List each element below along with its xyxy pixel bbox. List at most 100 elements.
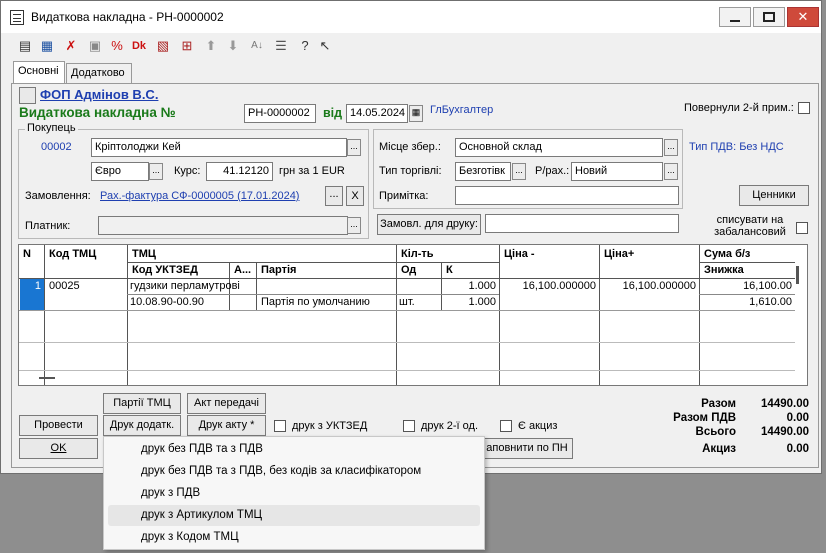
offbalance-label: списувати на забалансовий	[714, 214, 786, 238]
row-price-plus[interactable]: 16,100.000000	[599, 280, 699, 292]
tab-additional[interactable]: Додатково	[66, 63, 132, 83]
col-header-discount[interactable]: Знижка	[701, 264, 744, 276]
returned-copy-checkbox[interactable]	[798, 102, 810, 114]
row-sum[interactable]: 16,100.00	[699, 280, 795, 292]
col-header-a[interactable]: А...	[231, 264, 251, 276]
print-2nd-label: друк 2-ї од.	[421, 420, 479, 432]
arrow-up-icon[interactable]: ⬆	[203, 38, 219, 54]
properties-icon[interactable]: ▧	[155, 38, 171, 54]
account-field[interactable]: Новий	[571, 162, 663, 181]
excise-total-value: 0.00	[786, 443, 809, 455]
place-label: Місце збер.:	[379, 141, 441, 153]
menu-item-print-without-and-with-vat[interactable]: друк без ПДВ та з ПДВ	[108, 439, 480, 460]
row-name[interactable]: гудзики перламутрові	[127, 280, 243, 292]
print-add-button[interactable]: Друк додатк.	[103, 415, 181, 436]
tab-main[interactable]: Основні	[13, 61, 65, 83]
excise-checkbox[interactable]	[500, 420, 512, 432]
print-uktzed-checkbox[interactable]	[274, 420, 286, 432]
col-header-batch[interactable]: Партія	[258, 264, 296, 276]
horizontal-scrollbar[interactable]	[39, 377, 55, 379]
row-qty[interactable]: 1.000	[396, 280, 499, 292]
order-print-button[interactable]: Замовл. для друку:	[377, 214, 481, 235]
total-value: 14490.00	[761, 398, 809, 410]
menu-item-print-with-article[interactable]: друк з Артикулом ТМЦ	[108, 505, 480, 526]
copy-icon[interactable]: ▣	[87, 38, 103, 54]
ok-button[interactable]: OK	[19, 438, 98, 459]
close-button[interactable]: ✕	[787, 7, 819, 27]
items-grid[interactable]: N Код ТМЦ ТМЦ Код УКТЗЕД А... Партія Кіл…	[18, 244, 808, 386]
row-price-minus[interactable]: 16,100.000000	[499, 280, 599, 292]
order-select-button[interactable]: ...	[325, 186, 343, 206]
trade-select-button[interactable]: ...	[512, 163, 526, 180]
payer-field[interactable]	[98, 216, 348, 235]
row-k[interactable]: 1.000	[441, 296, 499, 308]
transfer-act-button[interactable]: Акт передачі	[187, 393, 266, 414]
menu-item-print-with-vat[interactable]: друк з ПДВ	[108, 483, 480, 504]
currency-select-button[interactable]: ...	[149, 163, 163, 180]
sort-az-icon[interactable]: A↓	[249, 38, 265, 54]
title-bar: Видаткова накладна - РН-0000002 ✕	[1, 1, 821, 33]
col-header-k[interactable]: К	[443, 264, 453, 276]
payer-select-button[interactable]: ...	[347, 217, 361, 234]
col-header-sum[interactable]: Сума б/з	[701, 248, 750, 260]
row-unit[interactable]: шт.	[396, 296, 418, 308]
order-link[interactable]: Рах.-фактура СФ-0000005 (17.01.2024)	[100, 190, 299, 202]
row-batch[interactable]: Партія по умолчанию	[258, 296, 373, 308]
ledger-label: ГлБухгалтер	[430, 104, 494, 116]
rate-field[interactable]: 41.12120	[206, 162, 273, 181]
col-header-qty[interactable]: Кіл-ть	[398, 248, 434, 260]
total-vat-value: 0.00	[786, 412, 809, 424]
doc-number-field[interactable]: РН-0000002	[244, 104, 316, 123]
row-code[interactable]: 00025	[46, 280, 83, 292]
org-link[interactable]: ФОП Адмінов В.С.	[40, 87, 158, 102]
split-icon[interactable]: ⊞	[179, 38, 195, 54]
place-select-button[interactable]: ...	[664, 139, 678, 156]
vertical-scrollbar[interactable]	[796, 266, 799, 284]
account-select-button[interactable]: ...	[664, 163, 678, 180]
price-tags-button[interactable]: Ценники	[739, 185, 809, 206]
date-field[interactable]: 14.05.2024	[346, 104, 408, 123]
row-uktzed[interactable]: 10.08.90-00.90	[127, 296, 207, 308]
currency-field[interactable]: Євро	[91, 162, 149, 181]
fill-pn-button[interactable]: аповнити по ПН	[481, 438, 573, 459]
print-2nd-checkbox[interactable]	[403, 420, 415, 432]
order-clear-button[interactable]: X	[346, 186, 364, 206]
arrow-down-icon[interactable]: ⬇	[225, 38, 241, 54]
minimize-button[interactable]	[719, 7, 751, 27]
org-select-button[interactable]	[19, 87, 36, 104]
menu-item-print-without-classifier[interactable]: друк без ПДВ та з ПДВ, без кодів за клас…	[108, 461, 480, 482]
post-button[interactable]: Провести	[19, 415, 98, 436]
place-field[interactable]: Основной склад	[455, 138, 663, 157]
document-window: Видаткова накладна - РН-0000002 ✕ ▤ ▦ ✗ …	[0, 0, 822, 474]
grand-total-label: Всього	[695, 426, 736, 438]
dk-icon[interactable]: Dk	[131, 38, 147, 54]
calendar-icon[interactable]: ▦	[409, 105, 423, 122]
maximize-button[interactable]	[753, 7, 785, 27]
col-header-price-minus[interactable]: Ціна -	[501, 248, 535, 260]
col-header-code[interactable]: Код ТМЦ	[46, 248, 96, 260]
add-row-icon[interactable]: ▤	[17, 38, 33, 54]
discount-icon[interactable]: %	[109, 38, 125, 54]
buyer-name-field[interactable]: Кріптолоджи Кей	[91, 138, 347, 157]
delete-row-icon[interactable]: ✗	[63, 38, 79, 54]
col-header-tmc[interactable]: ТМЦ	[129, 248, 156, 260]
excise-total-label: Акциз	[702, 443, 736, 455]
col-header-uktzed[interactable]: Код УКТЗЕД	[129, 264, 198, 276]
col-header-n[interactable]: N	[20, 248, 31, 260]
order-print-field[interactable]	[485, 214, 679, 233]
col-header-unit[interactable]: Од	[398, 264, 416, 276]
help-icon[interactable]: ?	[297, 38, 313, 54]
menu-item-print-with-code[interactable]: друк з Кодом ТМЦ	[108, 527, 480, 548]
buyer-select-button[interactable]: ...	[347, 139, 361, 156]
note-field[interactable]	[455, 186, 679, 205]
grand-total-value: 14490.00	[761, 426, 809, 438]
sort-list-icon[interactable]: ☰	[273, 38, 289, 54]
pointer-help-icon[interactable]: ↖	[317, 38, 333, 54]
col-header-price-plus[interactable]: Ціна+	[601, 248, 634, 260]
trade-field[interactable]: Безготівк	[455, 162, 511, 181]
print-act-button[interactable]: Друк акту *	[187, 415, 266, 436]
row-discount[interactable]: 1,610.00	[699, 296, 795, 308]
offbalance-checkbox[interactable]	[796, 222, 808, 234]
batches-button[interactable]: Партії ТМЦ	[103, 393, 181, 414]
edit-row-icon[interactable]: ▦	[39, 38, 55, 54]
